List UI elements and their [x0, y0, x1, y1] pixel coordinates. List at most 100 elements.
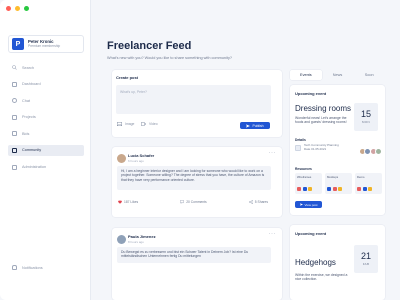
event-heading: Upcoming event — [295, 91, 327, 96]
sidebar-item-label: Bids — [22, 131, 30, 136]
publish-button[interactable]: Publish — [240, 122, 270, 129]
event-card: Upcoming event Dressing rooms Wonderful … — [290, 85, 385, 215]
bell-icon — [12, 265, 17, 270]
sidebar-item-label: Chat — [22, 98, 31, 103]
search-icon — [12, 65, 17, 70]
share-icon — [248, 200, 253, 204]
sidebar-item-community[interactable]: Community — [8, 144, 84, 156]
event-month: MON — [362, 120, 370, 124]
post-body: Du Bewegst es zu verbessern und bist ein… — [117, 247, 271, 263]
image-button[interactable]: Image — [117, 122, 134, 126]
sidebar-item-administration[interactable]: Administration — [8, 162, 84, 173]
heart-icon — [118, 200, 122, 204]
sidebar-item-label: Notifications — [22, 265, 43, 270]
resource-wireframes[interactable]: Wireframes — [295, 173, 322, 194]
app-window: P Peter Kroniс Premium membership Search… — [0, 0, 400, 300]
create-post-card: Create post What's up, Peter? Image Vide… — [112, 70, 282, 137]
tab-soon[interactable]: Soon — [353, 70, 385, 80]
avatar[interactable] — [117, 154, 126, 163]
community-icon — [12, 147, 17, 153]
resource-name: Wireframes — [297, 175, 312, 179]
more-options-icon[interactable]: ··· — [269, 150, 277, 156]
file-icons — [357, 187, 372, 191]
post-time: 8 hours ago — [128, 239, 144, 244]
sidebar-item-notifications[interactable]: Notifications — [12, 265, 43, 270]
administration-icon — [12, 164, 17, 170]
tab-events[interactable]: Events — [290, 70, 322, 80]
avatar — [375, 148, 382, 155]
event-heading: Upcoming event — [295, 231, 327, 236]
event-detail-date: Date 01.05.2021 — [304, 146, 327, 151]
file-icons — [327, 187, 342, 191]
comment-icon — [180, 200, 185, 204]
page-title: Freelancer Feed — [107, 40, 192, 52]
create-post-title: Create post — [116, 75, 139, 80]
feed-post: Lucia Schafer 6 hours ago ··· Hi, I am a… — [112, 147, 282, 217]
avatar[interactable] — [117, 235, 126, 244]
calendar-icon — [295, 145, 301, 151]
event-date: 15 MON — [354, 103, 378, 131]
image-icon — [117, 122, 122, 126]
view-post-button[interactable]: View post — [295, 201, 322, 208]
minimize-window-button[interactable] — [15, 6, 20, 11]
maximize-window-button[interactable] — [24, 6, 29, 11]
post-time: 6 hours ago — [128, 158, 144, 163]
send-icon — [299, 203, 303, 206]
right-panel-tabs: Events News Soon — [290, 70, 385, 80]
resource-name: Demo — [357, 175, 365, 179]
publish-label: Publish — [252, 123, 264, 128]
post-body: Hi, I am a beginner interior designer an… — [117, 166, 271, 190]
sidebar-item-dashboard[interactable]: Dashboard — [8, 79, 84, 90]
view-post-label: View post — [304, 202, 318, 207]
profile-switcher[interactable]: P Peter Kroniс Premium membership — [8, 35, 84, 53]
sidebar: P Peter Kroniс Premium membership Search… — [0, 0, 91, 300]
chat-icon — [12, 98, 17, 104]
video-icon — [141, 122, 146, 126]
event-details: Tech Community Planning Date 01.05.2021 — [295, 143, 339, 152]
tab-news[interactable]: News — [322, 70, 354, 80]
file-icons — [297, 187, 312, 191]
profile-role: Premium membership — [28, 44, 61, 48]
sidebar-item-bids[interactable]: Bids — [8, 128, 84, 139]
post-input-placeholder: What's up, Peter? — [120, 90, 147, 94]
resource-name: Mockups — [327, 175, 339, 179]
event-month: FAB — [362, 262, 370, 266]
sidebar-item-chat[interactable]: Chat — [8, 95, 84, 106]
comments-count: 20 Comments — [186, 200, 207, 204]
like-button[interactable]: 187 Likes — [118, 200, 138, 204]
comments-button[interactable]: 20 Comments — [180, 200, 207, 204]
sidebar-item-label: Search — [22, 65, 35, 70]
event-title: Dressing rooms — [295, 104, 352, 113]
shares-count: 5 Shares — [254, 200, 268, 204]
sidebar-item-label: Administration — [22, 165, 47, 170]
send-icon — [246, 123, 251, 128]
window-controls — [6, 6, 29, 11]
video-button[interactable]: Video — [141, 122, 158, 126]
resources-label: Resources — [295, 167, 312, 171]
event-description: Wonderful news! Let's arrange the foods … — [295, 116, 347, 125]
feed-post: Paula Jimenez 8 hours ago ··· Du Bewegst… — [112, 228, 282, 300]
post-author[interactable]: Paula Jimenez — [128, 234, 156, 239]
event-title: Hedgehogs — [295, 258, 336, 267]
projects-icon — [12, 114, 17, 120]
details-label: Details — [295, 138, 306, 142]
event-day: 15 — [360, 109, 371, 119]
page-subtitle: What's new with you? Would you like to s… — [107, 56, 232, 60]
resources-list: Wireframes Mockups Demo — [295, 173, 382, 194]
more-options-icon[interactable]: ··· — [269, 231, 277, 237]
resource-mockups[interactable]: Mockups — [325, 173, 352, 194]
post-stats: 187 Likes 20 Comments 5 Shares — [118, 200, 268, 204]
share-button[interactable]: 5 Shares — [248, 200, 268, 204]
sidebar-item-label: Community — [22, 148, 42, 153]
post-author[interactable]: Lucia Schafer — [128, 153, 154, 158]
resource-demo[interactable]: Demo — [355, 173, 382, 194]
attendee-avatars — [358, 148, 382, 155]
sidebar-item-search[interactable]: Search — [8, 62, 84, 73]
event-description: Within the exercise, we designed a nice … — [295, 273, 348, 282]
close-window-button[interactable] — [6, 6, 11, 11]
bids-icon — [12, 131, 17, 137]
sidebar-item-projects[interactable]: Projects — [8, 112, 84, 123]
image-label: Image — [125, 122, 135, 126]
event-card: Upcoming event Hedgehogs Within the exer… — [290, 225, 385, 300]
post-input[interactable]: What's up, Peter? — [116, 85, 271, 114]
